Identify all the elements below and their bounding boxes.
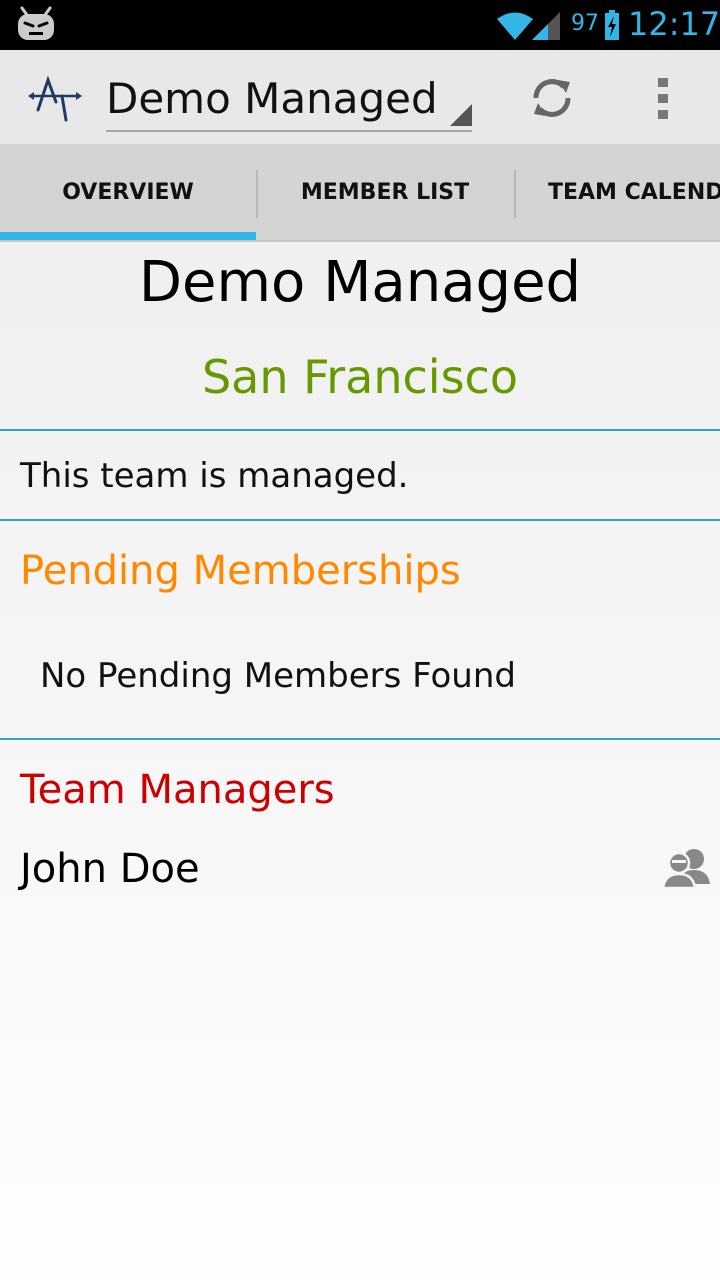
- status-bar: 97 12:17: [0, 0, 720, 50]
- pending-empty-message: No Pending Members Found: [40, 656, 516, 696]
- cell-signal-icon: [530, 10, 562, 46]
- team-location: San Francisco: [201, 350, 518, 404]
- battery-percent: 97: [571, 11, 599, 36]
- status-time: 12:17: [628, 5, 720, 43]
- section-divider: [0, 519, 720, 521]
- managed-status-text: This team is managed.: [20, 456, 409, 496]
- team-managers-heading: Team Managers: [20, 767, 335, 813]
- wifi-icon: [495, 10, 535, 46]
- android-bot-icon: [16, 6, 56, 46]
- spinner-arrow-icon: [450, 104, 472, 130]
- action-bar: Demo Managed: [0, 50, 720, 144]
- selected-tab-indicator: [0, 232, 256, 240]
- tab-member-list[interactable]: MEMBER LIST: [256, 144, 514, 240]
- manager-list-item[interactable]: John Doe: [0, 840, 720, 904]
- app-logo-icon[interactable]: [26, 75, 86, 126]
- pending-memberships-heading: Pending Memberships: [20, 548, 461, 594]
- team-name-heading: Demo Managed: [138, 250, 582, 315]
- tab-team-calendar[interactable]: TEAM CALENDAR: [514, 144, 720, 240]
- group-icon[interactable]: [661, 846, 712, 892]
- action-bar-title: Demo Managed: [106, 74, 438, 123]
- team-selector-spinner[interactable]: Demo Managed: [106, 68, 472, 132]
- overflow-menu-icon[interactable]: [652, 76, 674, 124]
- manager-name: John Doe: [20, 846, 200, 892]
- tab-overview[interactable]: OVERVIEW: [0, 144, 256, 240]
- section-divider: [0, 738, 720, 740]
- battery-charging-icon: [604, 10, 620, 44]
- refresh-icon[interactable]: [528, 74, 576, 126]
- section-divider: [0, 429, 720, 431]
- tab-bar: OVERVIEW MEMBER LIST TEAM CALENDAR: [0, 144, 720, 242]
